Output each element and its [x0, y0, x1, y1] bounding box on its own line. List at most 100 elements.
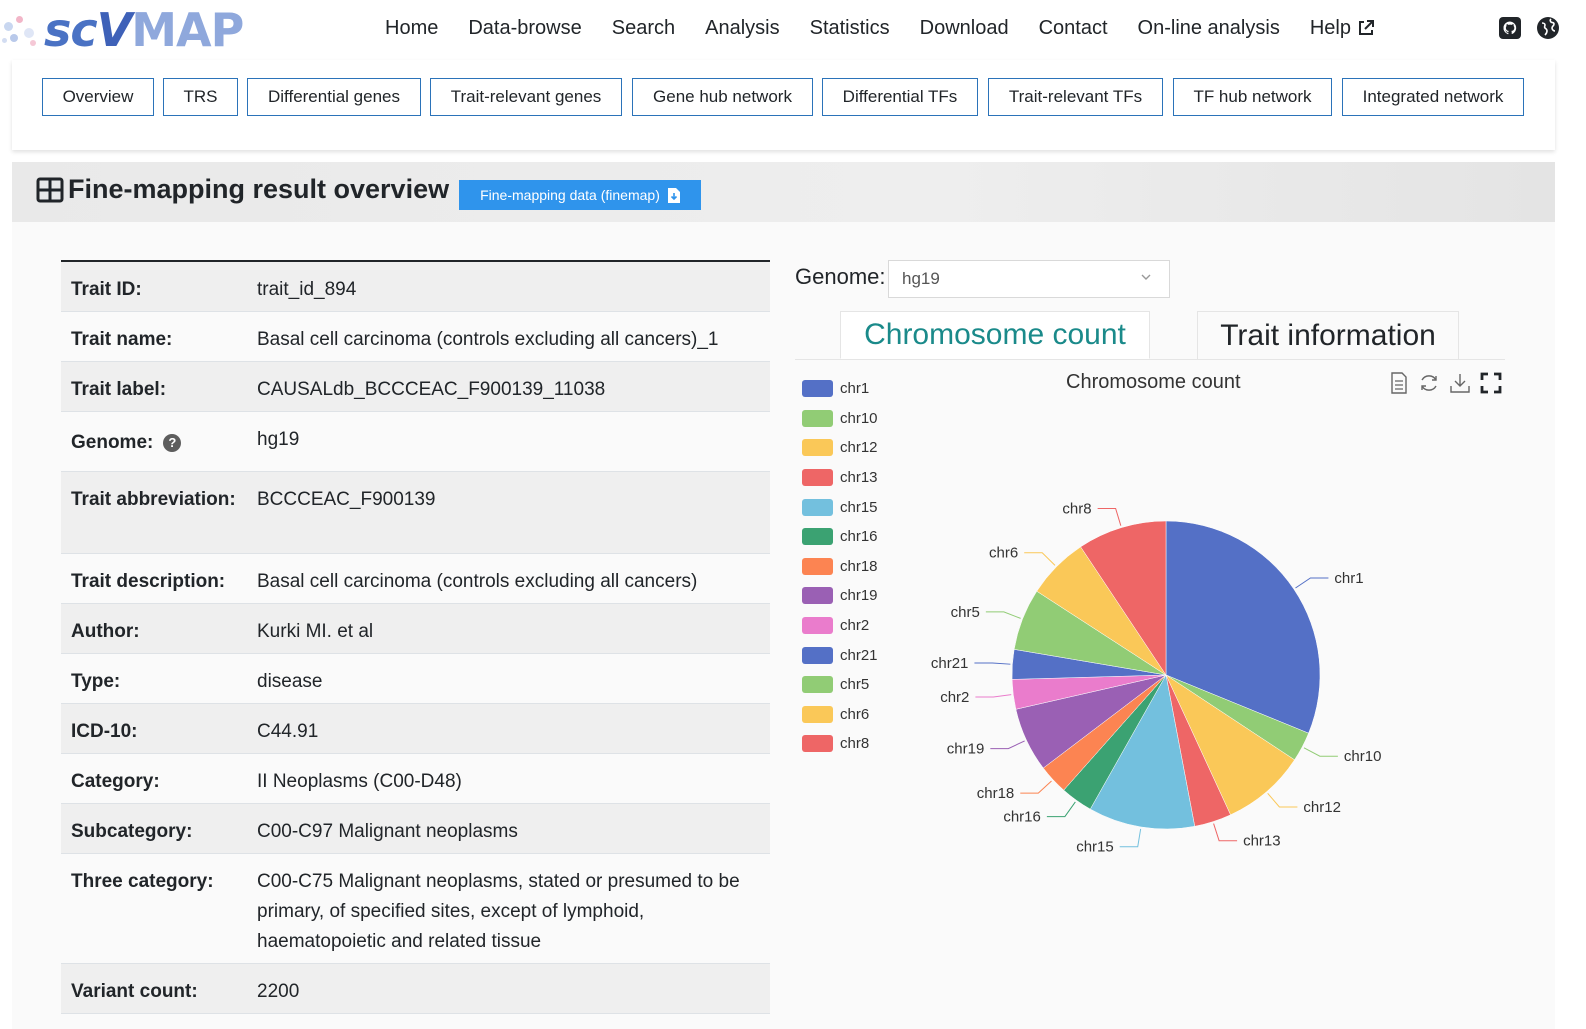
info-row: ICD-10: C44.91 — [61, 704, 770, 754]
table-grid-icon — [36, 177, 64, 202]
trait-info-table: Trait ID: trait_id_894 Trait name: Basal ce… — [61, 260, 770, 1014]
info-row-label: Type: — [61, 654, 247, 703]
info-row-value: CAUSALdb_BCCCEAC_F900139_11038 — [257, 379, 606, 400]
info-row-label-text: Trait name: — [71, 329, 173, 350]
pie-label-line — [1020, 780, 1052, 794]
pie-label-line — [985, 611, 1021, 619]
genome-select-value: hg19 — [902, 269, 940, 288]
info-row-label: Category: — [61, 754, 247, 803]
tab-tf-hub-network[interactable]: TF hub network — [1173, 78, 1332, 116]
pie-label-line — [975, 694, 1012, 698]
section-header: Fine-mapping result overview Fine-mappin… — [12, 162, 1555, 222]
pie-chart: chr1 chr10 chr12 chr13 chr15 chr16 chr18 chr19 c… — [931, 500, 1382, 856]
top-navbar: scVMAP Home Data-browse Search Analysis … — [0, 0, 1586, 60]
pie-label-line — [1119, 828, 1142, 848]
finemap-download-button[interactable]: Fine-mapping data (finemap) — [459, 180, 701, 210]
chart-tabs: Chromosome count Trait information — [795, 311, 1505, 360]
info-row: Three category: C00-C75 Malignant neoplas… — [61, 854, 770, 964]
info-row: Subcategory: C00-C97 Malignant neoplasms — [61, 804, 770, 854]
tab-trait-information[interactable]: Trait information — [1197, 311, 1459, 359]
info-row-label-text: Author: — [71, 621, 140, 642]
pie-label: chr13 — [1243, 833, 1281, 850]
pie-label-line — [1213, 823, 1238, 842]
info-row: Trait label: CAUSALdb_BCCCEAC_F900139_110… — [61, 362, 770, 412]
info-row-label-text: Genome: — [71, 432, 154, 453]
info-row-label: Variant count: — [61, 964, 247, 1013]
info-row-label: Trait description: — [61, 554, 247, 603]
tab-trait-relevant-tfs[interactable]: Trait-relevant TFs — [988, 78, 1163, 116]
info-row-label-text: Category: — [71, 771, 160, 792]
info-row-label: Trait name: — [61, 312, 247, 361]
info-row: Trait name: Basal cell carcinoma (control… — [61, 312, 770, 362]
help-icon[interactable]: ? — [163, 433, 182, 452]
info-row-label: Subcategory: — [61, 804, 247, 853]
info-row-value: BCCCEAC_F900139 — [257, 489, 436, 510]
pie-label-line — [1267, 792, 1298, 808]
tab-integrated-network[interactable]: Integrated network — [1342, 78, 1524, 116]
info-row-label: Author: — [61, 604, 247, 653]
nav-download[interactable]: Download — [905, 17, 1024, 40]
tab-trait-relevant-genes[interactable]: Trait-relevant genes — [430, 78, 622, 116]
section-title-text: Fine-mapping result overview — [68, 174, 450, 204]
info-row-label: Three category: — [61, 854, 247, 963]
main-nav: Home Data-browse Search Analysis Statist… — [370, 0, 1390, 56]
info-row: Category: II Neoplasms (C00-D48) — [61, 754, 770, 804]
pie-label-line — [990, 740, 1025, 750]
info-row: Trait description: Basal cell carcinoma (… — [61, 554, 770, 604]
tab-gene-hub-network[interactable]: Gene hub network — [632, 78, 813, 116]
pie-label: chr21 — [931, 655, 969, 672]
info-row: Variant count: 2200 — [61, 964, 770, 1014]
nav-search[interactable]: Search — [597, 17, 690, 40]
pie-label: chr19 — [947, 741, 985, 758]
pie-label-line — [1097, 507, 1122, 526]
info-row-label-text: Type: — [71, 671, 121, 692]
pie-label-line — [1046, 801, 1076, 818]
pie-label: chr18 — [977, 785, 1015, 802]
chromosome-count-chart: Chromosome count chr1 chr10 chr12 chr13 chr1… — [795, 360, 1505, 880]
tab-trs[interactable]: TRS — [163, 78, 238, 116]
tab-chromosome-count[interactable]: Chromosome count — [840, 311, 1150, 359]
info-row-label-text: Trait description: — [71, 571, 226, 592]
info-row-label-text: Trait abbreviation: — [71, 489, 236, 510]
info-row-value: trait_id_894 — [257, 279, 357, 300]
analysis-tab-panel: Overview TRS Differential genes Trait-re… — [12, 60, 1555, 150]
pie-label: chr15 — [1076, 839, 1114, 856]
tab-differential-tfs[interactable]: Differential TFs — [822, 78, 978, 116]
main-content: Trait ID: trait_id_894 Trait name: Basal ce… — [12, 222, 1555, 1029]
info-row-label-text: Three category: — [71, 871, 214, 892]
pie-label: chr16 — [1003, 809, 1041, 826]
nav-contact[interactable]: Contact — [1024, 17, 1123, 40]
site-logo[interactable]: scVMAP — [0, 2, 244, 58]
info-row-value: C44.91 — [257, 721, 319, 742]
genome-select[interactable]: hg19 — [888, 260, 1170, 298]
pie-label: chr6 — [989, 545, 1018, 562]
info-row-value: II Neoplasms (C00-D48) — [257, 771, 462, 792]
info-row-label: Trait abbreviation: — [61, 472, 247, 553]
external-link-icon — [1358, 20, 1374, 35]
tab-overview[interactable]: Overview — [42, 78, 154, 116]
pie-label: chr1 — [1334, 570, 1363, 587]
tab-differential-genes[interactable]: Differential genes — [247, 78, 421, 116]
globe-icon[interactable] — [1536, 16, 1560, 40]
info-row-value: disease — [257, 671, 323, 692]
nav-online-analysis[interactable]: On-line analysis — [1123, 17, 1295, 40]
info-row-label-text: Subcategory: — [71, 821, 193, 842]
file-download-icon — [667, 187, 680, 203]
info-row-label: Genome:? — [61, 412, 247, 471]
info-row-label-text: ICD-10: — [71, 721, 138, 742]
info-row-value: Basal cell carcinoma (controls excluding… — [257, 329, 719, 350]
info-row-label: ICD-10: — [61, 704, 247, 753]
site-logo-text: scVMAP — [44, 3, 244, 57]
github-icon[interactable] — [1498, 16, 1522, 40]
info-row-label: Trait ID: — [61, 262, 247, 311]
info-row: Trait abbreviation: BCCCEAC_F900139 — [61, 472, 770, 554]
info-row-label-text: Trait ID: — [71, 279, 142, 300]
info-row: Trait ID: trait_id_894 — [61, 262, 770, 312]
nav-home[interactable]: Home — [370, 17, 453, 40]
nav-analysis[interactable]: Analysis — [690, 17, 794, 40]
nav-help[interactable]: Help — [1295, 17, 1390, 40]
nav-statistics[interactable]: Statistics — [795, 17, 905, 40]
nav-data-browse[interactable]: Data-browse — [453, 17, 596, 40]
pie-label: chr2 — [940, 689, 969, 706]
logo-mark-icon — [0, 8, 44, 52]
